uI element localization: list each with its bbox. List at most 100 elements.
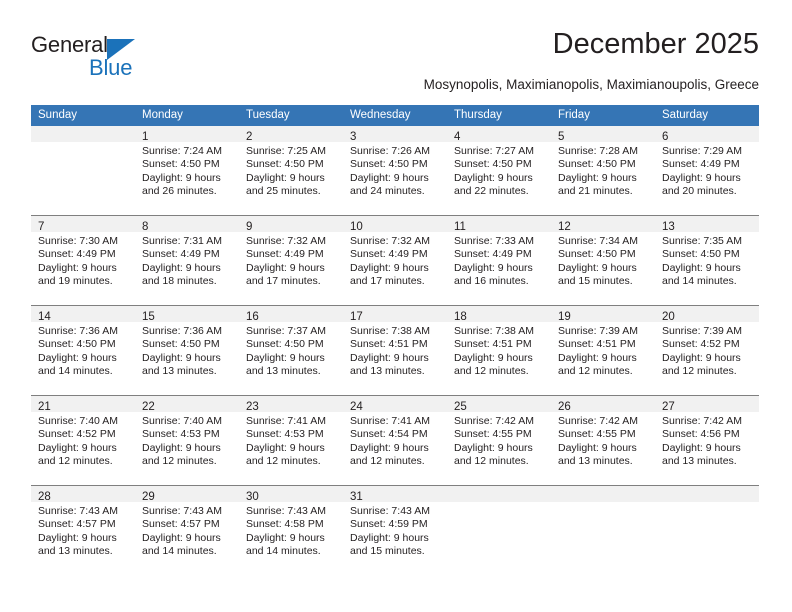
calendar-day-cell[interactable]: 11 Sunrise: 7:33 AM Sunset: 4:49 PM Dayligh… — [447, 215, 551, 306]
sunrise-time: Sunrise: 7:39 AM — [662, 325, 742, 337]
calendar-day-cell[interactable]: 13 Sunrise: 7:35 AM Sunset: 4:50 PM Dayligh… — [655, 215, 759, 306]
day-number-band: 28 — [31, 486, 135, 503]
daylight-duration-line2: and 26 minutes. — [142, 185, 217, 198]
day-number: 11 — [454, 221, 466, 233]
daylight-duration-line1: Daylight: 9 hours — [454, 171, 533, 184]
sunset-time: Sunset: 4:50 PM — [246, 158, 324, 171]
day-number: 29 — [142, 491, 155, 503]
day-number: 23 — [246, 401, 259, 413]
sunrise-time: Sunrise: 7:24 AM — [142, 145, 222, 157]
day-details: Sunrise: 7:40 AM Sunset: 4:52 PM Daylight:… — [31, 412, 135, 469]
calendar-day-cell[interactable]: 8 Sunrise: 7:31 AM Sunset: 4:49 PM Daylight… — [135, 215, 239, 306]
calendar-day-cell[interactable]: 24 Sunrise: 7:41 AM Sunset: 4:54 PM Dayligh… — [343, 395, 447, 486]
calendar-day-cell[interactable]: 19 Sunrise: 7:39 AM Sunset: 4:51 PM Dayligh… — [551, 305, 655, 396]
daylight-duration-line2: and 16 minutes. — [454, 275, 529, 288]
calendar-day-cell[interactable]: 5 Sunrise: 7:28 AM Sunset: 4:50 PM Daylight… — [551, 126, 655, 216]
calendar-day-cell[interactable]: 9 Sunrise: 7:32 AM Sunset: 4:49 PM Daylight… — [239, 215, 343, 306]
calendar-day-cell[interactable]: 28 Sunrise: 7:43 AM Sunset: 4:57 PM Dayligh… — [31, 485, 135, 575]
day-number-band: 5 — [551, 126, 655, 143]
calendar-day-cell[interactable]: 30 Sunrise: 7:43 AM Sunset: 4:58 PM Dayligh… — [239, 485, 343, 575]
sunset-time: Sunset: 4:52 PM — [662, 338, 740, 351]
day-number-band: 18 — [447, 306, 551, 323]
sunset-time: Sunset: 4:57 PM — [38, 518, 116, 531]
calendar-day-cell[interactable]: 18 Sunrise: 7:38 AM Sunset: 4:51 PM Dayligh… — [447, 305, 551, 396]
day-number-band — [551, 486, 655, 502]
general-blue-logo[interactable]: General Blue — [31, 32, 161, 84]
day-number: 3 — [350, 131, 357, 143]
calendar-day-cell[interactable]: 26 Sunrise: 7:42 AM Sunset: 4:55 PM Dayligh… — [551, 395, 655, 486]
day-number-band: 23 — [239, 396, 343, 413]
day-details: Sunrise: 7:36 AM Sunset: 4:50 PM Daylight:… — [135, 322, 239, 379]
day-details: Sunrise: 7:39 AM Sunset: 4:51 PM Daylight:… — [551, 322, 655, 379]
sunset-time: Sunset: 4:49 PM — [350, 248, 428, 261]
calendar-day-cell[interactable]: 10 Sunrise: 7:32 AM Sunset: 4:49 PM Dayligh… — [343, 215, 447, 306]
calendar-day-cell[interactable]: 4 Sunrise: 7:27 AM Sunset: 4:50 PM Daylight… — [447, 126, 551, 216]
calendar-day-cell[interactable]: 29 Sunrise: 7:43 AM Sunset: 4:57 PM Dayligh… — [135, 485, 239, 575]
day-cell-content: 4 Sunrise: 7:27 AM Sunset: 4:50 PM Daylight… — [447, 126, 551, 215]
sunrise-time: Sunrise: 7:38 AM — [350, 325, 430, 337]
day-details: Sunrise: 7:35 AM Sunset: 4:50 PM Daylight:… — [655, 232, 759, 289]
calendar-day-cell[interactable]: 22 Sunrise: 7:40 AM Sunset: 4:53 PM Dayligh… — [135, 395, 239, 486]
calendar-day-cell[interactable]: 16 Sunrise: 7:37 AM Sunset: 4:50 PM Dayligh… — [239, 305, 343, 396]
calendar-day-cell[interactable]: 1 Sunrise: 7:24 AM Sunset: 4:50 PM Daylight… — [135, 126, 239, 216]
day-number-band: 31 — [343, 486, 447, 503]
calendar-day-cell[interactable]: 20 Sunrise: 7:39 AM Sunset: 4:52 PM Dayligh… — [655, 305, 759, 396]
day-number: 6 — [662, 131, 669, 143]
day-cell-content: 9 Sunrise: 7:32 AM Sunset: 4:49 PM Daylight… — [239, 216, 343, 305]
day-number-band: 30 — [239, 486, 343, 503]
sunset-time: Sunset: 4:49 PM — [246, 248, 324, 261]
calendar-day-cell[interactable]: 23 Sunrise: 7:41 AM Sunset: 4:53 PM Dayligh… — [239, 395, 343, 486]
day-cell-content: 21 Sunrise: 7:40 AM Sunset: 4:52 PM Dayligh… — [31, 396, 135, 485]
daylight-duration-line2: and 14 minutes. — [38, 365, 113, 378]
sunset-time: Sunset: 4:51 PM — [558, 338, 636, 351]
daylight-duration-line1: Daylight: 9 hours — [350, 261, 429, 274]
calendar-day-cell[interactable]: 3 Sunrise: 7:26 AM Sunset: 4:50 PM Daylight… — [343, 126, 447, 216]
sunset-time: Sunset: 4:50 PM — [142, 158, 220, 171]
day-details: Sunrise: 7:36 AM Sunset: 4:50 PM Daylight:… — [31, 322, 135, 379]
day-number: 15 — [142, 311, 155, 323]
calendar-day-cell[interactable]: 12 Sunrise: 7:34 AM Sunset: 4:50 PM Dayligh… — [551, 215, 655, 306]
daylight-duration-line1: Daylight: 9 hours — [38, 441, 117, 454]
day-cell-content: 14 Sunrise: 7:36 AM Sunset: 4:50 PM Dayligh… — [31, 306, 135, 395]
daylight-duration-line1: Daylight: 9 hours — [38, 531, 117, 544]
calendar-cell-empty — [31, 126, 135, 216]
daylight-duration-line2: and 12 minutes. — [558, 365, 633, 378]
day-number-band: 29 — [135, 486, 239, 503]
calendar-day-cell[interactable]: 6 Sunrise: 7:29 AM Sunset: 4:49 PM Daylight… — [655, 126, 759, 216]
calendar-day-cell[interactable]: 27 Sunrise: 7:42 AM Sunset: 4:56 PM Dayligh… — [655, 395, 759, 486]
sunrise-time: Sunrise: 7:42 AM — [454, 415, 534, 427]
calendar-day-cell[interactable]: 14 Sunrise: 7:36 AM Sunset: 4:50 PM Dayligh… — [31, 305, 135, 396]
calendar-page: General Blue December 2025 Mosynopolis, … — [0, 0, 792, 612]
calendar-day-cell[interactable]: 15 Sunrise: 7:36 AM Sunset: 4:50 PM Dayligh… — [135, 305, 239, 396]
sunset-time: Sunset: 4:55 PM — [558, 428, 636, 441]
calendar-day-cell[interactable]: 31 Sunrise: 7:43 AM Sunset: 4:59 PM Dayligh… — [343, 485, 447, 575]
sunrise-time: Sunrise: 7:40 AM — [38, 415, 118, 427]
sunset-time: Sunset: 4:51 PM — [350, 338, 428, 351]
day-cell-content: 13 Sunrise: 7:35 AM Sunset: 4:50 PM Dayligh… — [655, 216, 759, 305]
calendar-day-cell[interactable]: 25 Sunrise: 7:42 AM Sunset: 4:55 PM Dayligh… — [447, 395, 551, 486]
day-number-band — [655, 486, 759, 502]
sunset-time: Sunset: 4:51 PM — [454, 338, 532, 351]
day-number-band: 26 — [551, 396, 655, 413]
day-cell-content: 15 Sunrise: 7:36 AM Sunset: 4:50 PM Dayligh… — [135, 306, 239, 395]
daylight-duration-line2: and 12 minutes. — [38, 455, 113, 468]
day-number-band: 14 — [31, 306, 135, 323]
calendar-day-cell[interactable]: 7 Sunrise: 7:30 AM Sunset: 4:49 PM Daylight… — [31, 215, 135, 306]
calendar-day-cell[interactable]: 2 Sunrise: 7:25 AM Sunset: 4:50 PM Daylight… — [239, 126, 343, 216]
daylight-duration-line2: and 22 minutes. — [454, 185, 529, 198]
sunrise-time: Sunrise: 7:36 AM — [38, 325, 118, 337]
day-number: 5 — [558, 131, 565, 143]
sunset-time: Sunset: 4:53 PM — [246, 428, 324, 441]
day-cell-content — [447, 486, 551, 575]
day-number: 21 — [38, 401, 51, 413]
daylight-duration-line2: and 15 minutes. — [558, 275, 633, 288]
day-cell-content: 8 Sunrise: 7:31 AM Sunset: 4:49 PM Daylight… — [135, 216, 239, 305]
daylight-duration-line1: Daylight: 9 hours — [558, 351, 637, 364]
daylight-duration-line1: Daylight: 9 hours — [246, 261, 325, 274]
calendar-body: 1 Sunrise: 7:24 AM Sunset: 4:50 PM Daylight… — [31, 126, 759, 575]
daylight-duration-line2: and 19 minutes. — [38, 275, 113, 288]
daylight-duration-line2: and 12 minutes. — [662, 365, 737, 378]
daylight-duration-line2: and 14 minutes. — [246, 545, 321, 558]
calendar-day-cell[interactable]: 21 Sunrise: 7:40 AM Sunset: 4:52 PM Dayligh… — [31, 395, 135, 486]
calendar-day-cell[interactable]: 17 Sunrise: 7:38 AM Sunset: 4:51 PM Dayligh… — [343, 305, 447, 396]
